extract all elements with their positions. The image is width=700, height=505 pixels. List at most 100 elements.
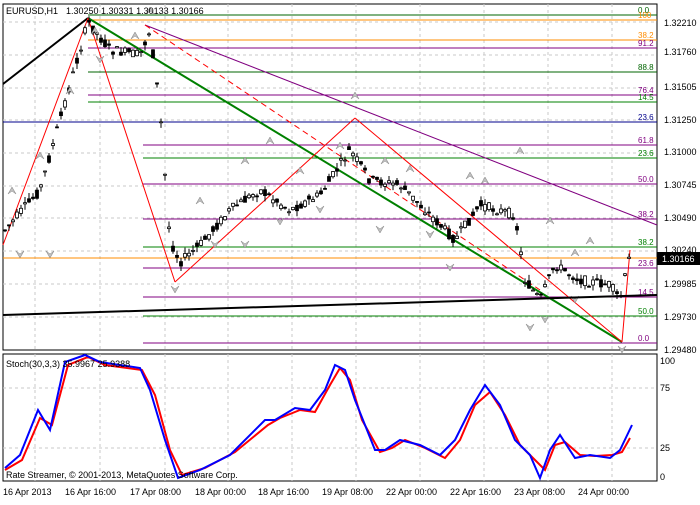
fib-upper-label-7: 23.6 xyxy=(638,113,654,122)
candle-body xyxy=(423,212,427,216)
metatrader-chart-window[interactable]: 0.0 100 38.2 91.2 88.8 76.4 14.5 23.6 61.8 23.6 50… xyxy=(0,0,700,500)
candle-body xyxy=(455,235,459,239)
candle-body xyxy=(79,49,83,52)
candle-body xyxy=(587,285,591,288)
candle-body xyxy=(103,39,107,47)
candle-body xyxy=(487,202,491,211)
candle-body xyxy=(171,245,175,252)
candle-body xyxy=(59,111,63,117)
candle-body xyxy=(167,226,171,230)
candle-body xyxy=(131,49,135,58)
candle-body xyxy=(87,20,91,23)
ohlc-label: 1.30250 1.30331 1.30133 1.30166 xyxy=(66,6,204,16)
candle-body xyxy=(287,211,291,214)
watermark: Rate Streamer, © 2001-2013, MetaQuotes S… xyxy=(6,470,238,480)
time-label-7: 22 Apr 00:00 xyxy=(386,487,437,497)
chart-canvas[interactable]: 0.010038.291.288.876.414.523.661.823.650… xyxy=(0,0,700,500)
candle-body xyxy=(583,275,587,287)
candle-body xyxy=(603,283,607,286)
time-axis: 16 Apr 2013 16 Apr 16:00 17 Apr 08:00 18… xyxy=(3,487,629,497)
candle-body xyxy=(535,293,539,296)
fib-upper-label-6: 14.5 xyxy=(638,93,654,102)
time-label-6: 19 Apr 08:00 xyxy=(322,487,373,497)
candle-body xyxy=(187,252,191,257)
price-label-1: 1.32210 xyxy=(664,18,697,28)
candle-body xyxy=(127,48,131,53)
candle-body xyxy=(595,278,599,281)
candle-body xyxy=(335,168,339,172)
candle-body xyxy=(147,33,151,36)
candle-body xyxy=(367,178,371,184)
candle-body xyxy=(35,189,39,199)
fib-lower-label-0: 61.8 xyxy=(638,136,654,145)
candle-body xyxy=(43,170,47,173)
fib-lower-label-3: 38.2 xyxy=(638,210,654,219)
candle-body xyxy=(163,173,167,176)
candle-body xyxy=(499,208,503,214)
time-label-9: 23 Apr 08:00 xyxy=(514,487,565,497)
candle-body xyxy=(623,273,627,276)
candle-body xyxy=(39,184,43,188)
candle-body xyxy=(431,216,435,223)
candle-body xyxy=(503,209,507,212)
candle-body xyxy=(219,216,223,225)
symbol-label: EURUSD,H1 xyxy=(6,6,58,16)
candle-body xyxy=(279,204,283,210)
price-label-11: 1.29480 xyxy=(664,345,697,355)
candle-body xyxy=(151,49,155,59)
time-label-10: 24 Apr 00:00 xyxy=(578,487,629,497)
candle-body xyxy=(223,216,227,221)
candle-body xyxy=(475,206,479,210)
candle-body xyxy=(415,201,419,203)
candle-body xyxy=(307,195,311,200)
candle-body xyxy=(439,224,443,228)
candle-body xyxy=(483,204,487,212)
candle-body xyxy=(299,203,303,209)
candle-body xyxy=(407,191,411,194)
candle-body xyxy=(243,195,247,203)
candle-body xyxy=(519,251,523,256)
candle-body xyxy=(343,159,347,162)
candle-body xyxy=(599,279,603,288)
candle-body xyxy=(195,242,199,247)
candle-body xyxy=(471,211,475,216)
fib-upper-label-3: 91.2 xyxy=(638,39,654,48)
candle-body xyxy=(235,204,239,207)
candle-body xyxy=(315,192,319,197)
candle-body xyxy=(283,206,287,209)
fib-lower-label-2: 50.0 xyxy=(638,175,654,184)
candle-body xyxy=(119,51,123,56)
candle-body xyxy=(255,195,259,198)
candle-body xyxy=(607,281,611,288)
candle-body xyxy=(115,46,119,49)
candle-body xyxy=(463,220,467,228)
candle-body xyxy=(303,200,307,207)
candle-body xyxy=(55,126,59,129)
candle-body xyxy=(3,229,7,232)
candle-body xyxy=(515,226,519,231)
candle-body xyxy=(311,199,315,203)
time-label-8: 22 Apr 16:00 xyxy=(450,487,501,497)
candle-body xyxy=(615,291,619,295)
candle-body xyxy=(563,268,567,272)
price-label-3: 1.31505 xyxy=(664,82,697,92)
candle-body xyxy=(7,224,11,227)
candle-body xyxy=(183,253,187,258)
candle-body xyxy=(275,198,279,203)
time-label-2: 16 Apr 16:00 xyxy=(65,487,116,497)
candle-body xyxy=(511,217,515,220)
candle-body xyxy=(559,264,563,271)
fib-upper-label-4: 88.8 xyxy=(638,63,654,72)
candle-body xyxy=(383,183,387,187)
candle-body xyxy=(211,226,215,232)
candle-body xyxy=(15,211,19,219)
candle-body xyxy=(491,208,495,212)
price-label-6: 1.30745 xyxy=(664,180,697,190)
candle-body xyxy=(267,193,271,196)
time-label-4: 18 Apr 00:00 xyxy=(195,487,246,497)
candle-body xyxy=(19,207,23,214)
candle-body xyxy=(403,185,407,190)
price-label-7: 1.30490 xyxy=(664,213,697,223)
fib-lower-label-1: 23.6 xyxy=(638,149,654,158)
candle-body xyxy=(627,256,631,259)
